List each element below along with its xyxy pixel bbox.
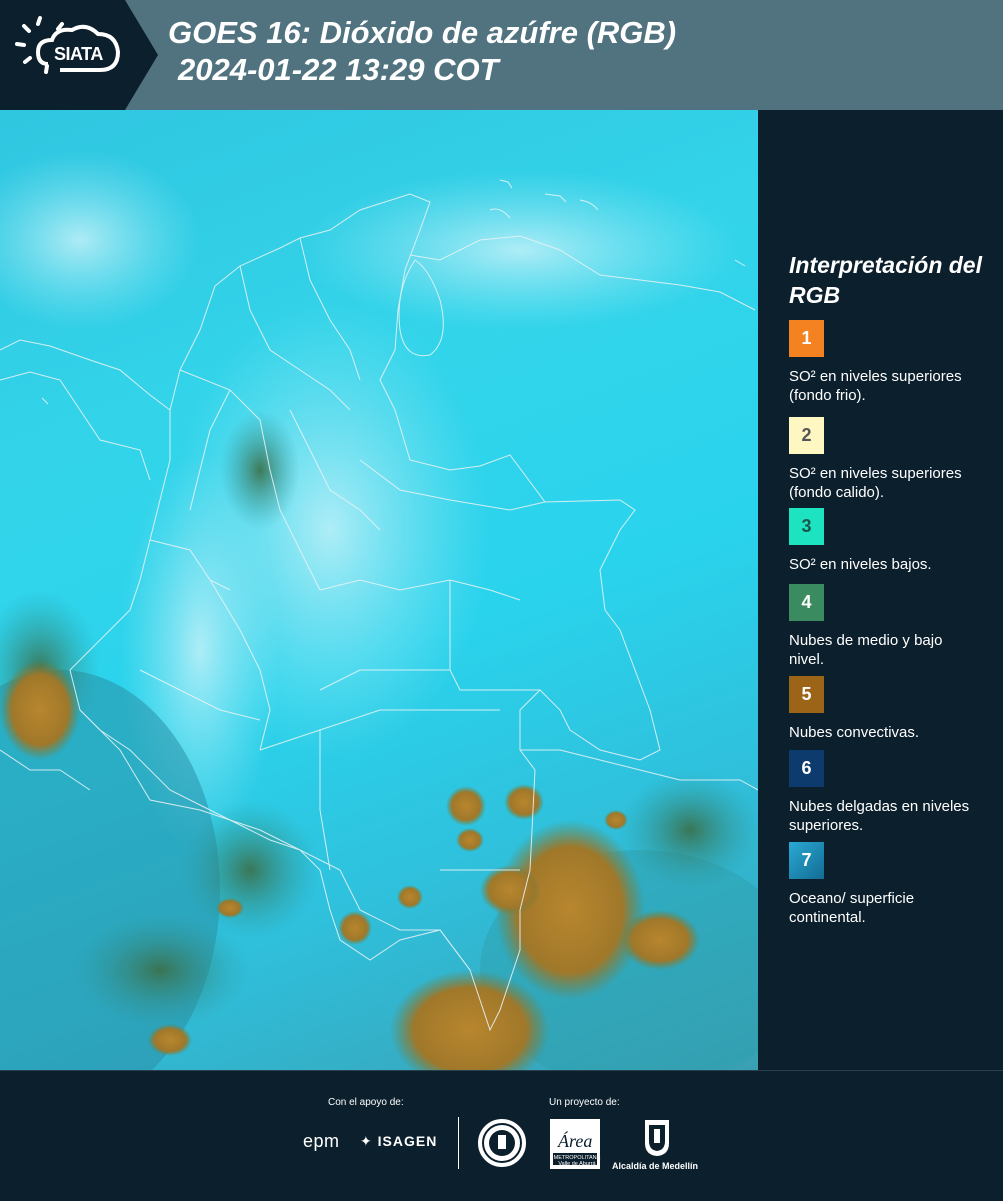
satellite-map [0,110,758,1070]
convective-cloud [338,911,372,945]
header-bar: SIATA GOES 16: Dióxido de azúfre (RGB) 2… [0,0,1003,110]
alcaldia-label: Alcaldía de Medellín [612,1161,699,1171]
footer: Con el apoyo de: Un proyecto de: epm ✦ I… [0,1070,1003,1201]
legend-item-2: 2 SO² en niveles superiores (fondo calid… [789,417,999,502]
convective-cloud [480,865,540,915]
map-svg [0,150,758,1070]
legend-label-2: SO² en niveles superiores (fondo calido)… [789,465,962,501]
legend-swatch-3: 3 [789,508,824,545]
legend-item-1: 1 SO² en niveles superiores (fondo frio)… [789,320,999,405]
page-title: GOES 16: Dióxido de azúfre (RGB) 2024-01… [168,14,676,88]
isagen-star-icon: ✦ [360,1133,373,1149]
isagen-text: ISAGEN [377,1133,438,1149]
area-metropolitana-caption: METROPOLITANA Valle de Aburrá [553,1155,601,1167]
convective-cloud [446,786,486,826]
cloud-streak [300,170,740,330]
legend-item-3: 3 SO² en niveles bajos. [789,508,999,574]
project-label: Un proyecto de: [549,1097,620,1108]
island [41,397,49,405]
cloud-streak [0,150,200,330]
convective-cloud [216,898,244,918]
support-label: Con el apoyo de: [328,1097,404,1108]
convective-cloud [504,784,544,820]
medellin-seal-icon [478,1119,526,1167]
convective-cloud [397,885,423,909]
epm-logo: epm [303,1131,340,1151]
title-line-1: GOES 16: Dióxido de azúfre (RGB) [168,15,677,50]
alcaldia-shield-icon [645,1120,669,1156]
convective-cloud [604,810,628,830]
legend-swatch-4: 4 [789,584,824,621]
green-cloud [70,910,250,1030]
title-line-2: 2024-01-22 13:29 COT [178,52,499,87]
svg-text:Área: Área [557,1130,592,1151]
green-cloud [220,410,300,530]
legend-label-4: Nubes de medio y bajo nivel. [789,632,943,668]
legend-panel: Interpretación del RGB 1 SO² en niveles … [760,110,1003,1068]
coast-central-america-south [0,371,151,481]
legend-item-6: 6 Nubes delgadas en niveles superiores. [789,750,999,835]
convective-cloud [0,660,80,760]
legend-item-7: 7 Oceano/ superficie continental. [789,842,999,927]
legend-label-6: Nubes delgadas en niveles superiores. [789,798,970,834]
legend-title: Interpretación del RGB [789,252,982,308]
legend-swatch-7: 7 [789,842,824,879]
legend-label-1: SO² en niveles superiores (fondo frio). [789,368,962,404]
legend-swatch-1: 1 [789,320,824,357]
footer-divider [458,1117,459,1169]
legend-item-5: 5 Nubes convectivas. [789,676,999,742]
legend-label-7: Oceano/ superficie continental. [789,890,915,926]
convective-cloud [456,828,484,852]
legend-item-4: 4 Nubes de medio y bajo nivel. [789,584,999,669]
legend-swatch-2: 2 [789,417,824,454]
legend-label-5: Nubes convectivas. [789,724,920,741]
convective-cloud [148,1024,192,1056]
siata-logo-text: SIATA [54,44,103,64]
legend-label-3: SO² en niveles bajos. [789,556,932,573]
green-cloud [620,770,758,890]
isagen-logo: ✦ ISAGEN [360,1133,437,1150]
coast-central-america [0,339,171,411]
legend-swatch-6: 6 [789,750,824,787]
legend-swatch-5: 5 [789,676,824,713]
convective-cloud [620,910,700,970]
